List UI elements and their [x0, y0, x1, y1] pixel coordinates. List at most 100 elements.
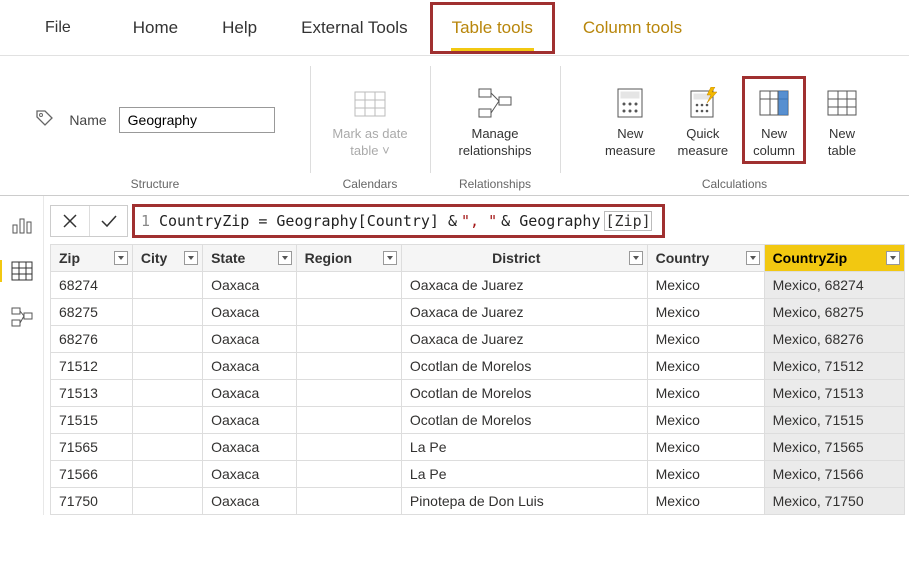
- cell-country[interactable]: Mexico: [647, 326, 764, 353]
- cell-country[interactable]: Mexico: [647, 461, 764, 488]
- table-row[interactable]: 71515OaxacaOcotlan de MorelosMexicoMexic…: [51, 407, 905, 434]
- cell-country[interactable]: Mexico: [647, 272, 764, 299]
- sort-icon[interactable]: [278, 251, 292, 265]
- cell-zip[interactable]: 71565: [51, 434, 133, 461]
- cell-state[interactable]: Oaxaca: [203, 407, 297, 434]
- report-view-button[interactable]: [8, 214, 36, 236]
- tab-column-tools[interactable]: Column tools: [555, 2, 704, 54]
- mark-as-date-table-button[interactable]: Mark as datetable ˅: [324, 79, 415, 161]
- table-row[interactable]: 71513 Oaxaca Ocotlan de MorelosMexicoMexic…: [51, 380, 905, 407]
- cell-state[interactable]: Oaxaca: [203, 380, 297, 407]
- sort-icon[interactable]: [886, 251, 900, 265]
- cell-state[interactable]: Oaxaca: [203, 272, 297, 299]
- cell-country[interactable]: Mexico: [647, 380, 764, 407]
- cell-zip[interactable]: 71515: [51, 407, 133, 434]
- cell-countryzip[interactable]: Mexico, 68275: [764, 299, 904, 326]
- cell-district[interactable]: La Pe: [401, 434, 647, 461]
- cell-region[interactable]: [296, 380, 401, 407]
- col-header-countryzip[interactable]: CountryZip: [764, 245, 904, 272]
- cell-district[interactable]: Pinotepa de Don Luis: [401, 488, 647, 515]
- cell-countryzip[interactable]: Mexico, 68276: [764, 326, 904, 353]
- cell-city[interactable]: [132, 461, 202, 488]
- table-row[interactable]: 71565 Oaxaca La PeMexicoMexico, 71565: [51, 434, 905, 461]
- data-view-button[interactable]: [0, 260, 36, 282]
- cell-region[interactable]: [296, 407, 401, 434]
- tab-help[interactable]: Help: [200, 2, 279, 54]
- model-view-button[interactable]: [8, 306, 36, 328]
- cell-zip[interactable]: 71513: [51, 380, 133, 407]
- cell-country[interactable]: Mexico: [647, 488, 764, 515]
- cell-country[interactable]: Mexico: [647, 299, 764, 326]
- cell-city[interactable]: [132, 299, 202, 326]
- cell-zip[interactable]: 68276: [51, 326, 133, 353]
- table-row[interactable]: 71512 Oaxaca Ocotlan de MorelosMexicoMexic…: [51, 353, 905, 380]
- cell-city[interactable]: [132, 326, 202, 353]
- cell-city[interactable]: [132, 407, 202, 434]
- sort-icon[interactable]: [184, 251, 198, 265]
- cell-country[interactable]: Mexico: [647, 353, 764, 380]
- cell-district[interactable]: Ocotlan de Morelos: [401, 407, 647, 434]
- sort-icon[interactable]: [383, 251, 397, 265]
- cell-state[interactable]: Oaxaca: [203, 461, 297, 488]
- table-row[interactable]: 68276 Oaxaca Oaxaca de JuarezMexicoMexico,…: [51, 326, 905, 353]
- cell-countryzip[interactable]: Mexico, 71565: [764, 434, 904, 461]
- cell-district[interactable]: Ocotlan de Morelos: [401, 380, 647, 407]
- commit-formula-button[interactable]: [89, 206, 127, 236]
- cell-zip[interactable]: 71750: [51, 488, 133, 515]
- cancel-formula-button[interactable]: [51, 206, 89, 236]
- cell-district[interactable]: Oaxaca de Juarez: [401, 326, 647, 353]
- cell-region[interactable]: [296, 488, 401, 515]
- cell-state[interactable]: Oaxaca: [203, 434, 297, 461]
- table-row[interactable]: 71750 Oaxaca Pinotepa de Don LuisMexicoMex…: [51, 488, 905, 515]
- cell-city[interactable]: [132, 272, 202, 299]
- cell-countryzip[interactable]: Mexico, 71513: [764, 380, 904, 407]
- table-row[interactable]: 71566 Oaxaca La PeMexicoMexico, 71566: [51, 461, 905, 488]
- cell-region[interactable]: [296, 299, 401, 326]
- cell-countryzip[interactable]: Mexico, 68274: [764, 272, 904, 299]
- table-row[interactable]: 68274 Oaxaca Oaxaca de JuarezMexicoMexico,…: [51, 272, 905, 299]
- new-table-button[interactable]: Newtable: [812, 79, 872, 161]
- cell-district[interactable]: Ocotlan de Morelos: [401, 353, 647, 380]
- manage-relationships-button[interactable]: Managerelationships: [451, 79, 540, 161]
- cell-zip[interactable]: 71566: [51, 461, 133, 488]
- new-measure-button[interactable]: Newmeasure: [597, 79, 664, 161]
- tab-table-tools[interactable]: Table tools: [430, 2, 555, 54]
- tab-external-tools[interactable]: External Tools: [279, 2, 429, 54]
- cell-state[interactable]: Oaxaca: [203, 353, 297, 380]
- col-header-zip[interactable]: Zip: [51, 245, 133, 272]
- cell-region[interactable]: [296, 326, 401, 353]
- cell-region[interactable]: [296, 272, 401, 299]
- cell-city[interactable]: [132, 353, 202, 380]
- col-header-state[interactable]: State: [203, 245, 297, 272]
- quick-measure-button[interactable]: Quickmeasure: [670, 79, 737, 161]
- new-column-button[interactable]: Newcolumn: [742, 76, 806, 164]
- cell-city[interactable]: [132, 434, 202, 461]
- col-header-city[interactable]: City: [132, 245, 202, 272]
- sort-icon[interactable]: [629, 251, 643, 265]
- cell-countryzip[interactable]: Mexico, 71515: [764, 407, 904, 434]
- tab-home[interactable]: Home: [111, 2, 200, 54]
- cell-district[interactable]: La Pe: [401, 461, 647, 488]
- tab-file[interactable]: File: [15, 3, 111, 53]
- cell-zip[interactable]: 71512: [51, 353, 133, 380]
- cell-city[interactable]: [132, 488, 202, 515]
- col-header-region[interactable]: Region: [296, 245, 401, 272]
- cell-state[interactable]: Oaxaca: [203, 326, 297, 353]
- cell-countryzip[interactable]: Mexico, 71566: [764, 461, 904, 488]
- formula-bar[interactable]: 1 CountryZip = Geography[Country] & ", "…: [132, 204, 665, 238]
- table-row[interactable]: 68275OaxacaOaxaca de JuarezMexicoMexico,…: [51, 299, 905, 326]
- cell-city[interactable]: [132, 380, 202, 407]
- cell-region[interactable]: [296, 353, 401, 380]
- cell-countryzip[interactable]: Mexico, 71512: [764, 353, 904, 380]
- col-header-district[interactable]: District: [401, 245, 647, 272]
- cell-region[interactable]: [296, 461, 401, 488]
- cell-zip[interactable]: 68274: [51, 272, 133, 299]
- table-name-input[interactable]: [119, 107, 275, 133]
- cell-district[interactable]: Oaxaca de Juarez: [401, 299, 647, 326]
- sort-icon[interactable]: [114, 251, 128, 265]
- cell-state[interactable]: Oaxaca: [203, 488, 297, 515]
- cell-countryzip[interactable]: Mexico, 71750: [764, 488, 904, 515]
- cell-country[interactable]: Mexico: [647, 434, 764, 461]
- cell-zip[interactable]: 68275: [51, 299, 133, 326]
- cell-district[interactable]: Oaxaca de Juarez: [401, 272, 647, 299]
